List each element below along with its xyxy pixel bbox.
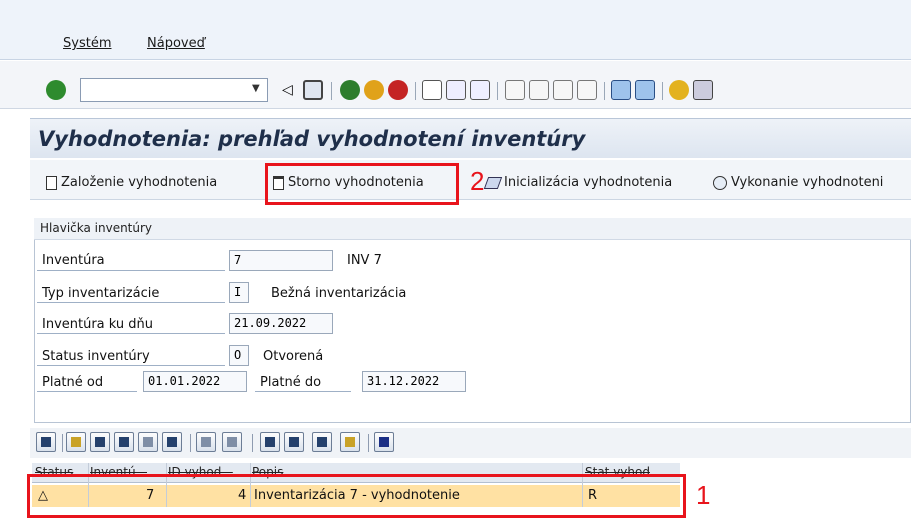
inventory-header-title-bar: Hlavička inventúry: [34, 218, 911, 240]
filter-icon[interactable]: [162, 432, 182, 452]
find-icon[interactable]: [114, 432, 134, 452]
menu-bar: [0, 0, 911, 60]
status-value: O: [229, 345, 249, 366]
toolbar-separator: [604, 82, 605, 100]
toolbar-separator: [415, 82, 416, 100]
shortcut-icon[interactable]: [635, 80, 655, 100]
grid-toolbar-separator: [368, 434, 369, 452]
grid-toolbar-separator: [252, 434, 253, 452]
highlight-box-step2: [265, 163, 459, 205]
type-value: I: [229, 282, 249, 303]
step-label-2: 2: [470, 166, 485, 196]
first-page-icon[interactable]: [505, 80, 525, 100]
subtotal-icon[interactable]: [222, 432, 242, 452]
inventory-label: Inventúra: [42, 253, 105, 268]
print-icon[interactable]: [422, 80, 442, 100]
menu-system-label: Systém: [63, 36, 112, 51]
step-label-1: 1: [696, 480, 711, 510]
inventory-value: 7: [229, 250, 333, 271]
create-evaluation-button[interactable]: Založenie vyhodnotenia: [46, 175, 217, 190]
back-icon[interactable]: [340, 80, 360, 100]
sort-ascending-icon[interactable]: [66, 432, 86, 452]
menu-help-label: Nápoveď: [147, 36, 205, 51]
find-icon[interactable]: [446, 80, 466, 100]
export-icon[interactable]: [284, 432, 304, 452]
layout-icon[interactable]: [312, 432, 332, 452]
valid-from-value: 01.01.2022: [143, 371, 247, 392]
chevron-down-icon[interactable]: ▼: [252, 83, 260, 94]
find-next-icon[interactable]: [138, 432, 158, 452]
inventory-name: INV 7: [347, 253, 382, 268]
toolbar-separator: [662, 82, 663, 100]
layout-menu-icon[interactable]: [693, 80, 713, 100]
grid-toolbar-separator: [190, 434, 191, 452]
previous-page-icon[interactable]: [529, 80, 549, 100]
highlight-box-step1: [27, 474, 686, 518]
type-text: Bežná inventarizácia: [271, 286, 407, 301]
information-icon[interactable]: [374, 432, 394, 452]
init-evaluation-label: Inicializácia vyhodnotenia: [504, 175, 673, 190]
valid-to-label: Platné do: [260, 375, 322, 390]
init-icon: [483, 176, 503, 189]
valid-from-label: Platné od: [42, 375, 104, 390]
inventory-header-title: Hlavička inventúry: [40, 221, 153, 235]
details-icon[interactable]: [36, 432, 56, 452]
type-label: Typ inventarizácie: [42, 286, 160, 301]
choose-layout-icon[interactable]: [340, 432, 360, 452]
grid-toolbar-separator: [62, 434, 63, 452]
enter-check-icon[interactable]: [46, 80, 66, 100]
init-evaluation-button[interactable]: Inicializácia vyhodnotenia: [483, 175, 673, 190]
save-icon[interactable]: [303, 80, 323, 100]
sum-icon[interactable]: [196, 432, 216, 452]
valid-to-value: 31.12.2022: [362, 371, 466, 392]
print-preview-icon[interactable]: [260, 432, 280, 452]
create-evaluation-label: Založenie vyhodnotenia: [61, 175, 218, 190]
execute-icon: [713, 175, 727, 190]
date-value: 21.09.2022: [229, 313, 333, 334]
next-page-icon[interactable]: [553, 80, 573, 100]
help-icon[interactable]: [669, 80, 689, 100]
exit-app-icon[interactable]: [364, 80, 384, 100]
title-bar: Vyhodnotenia: prehľad vyhodnotení invent…: [30, 118, 911, 158]
command-field[interactable]: [80, 78, 268, 102]
find-next-icon[interactable]: [470, 80, 490, 100]
page-title: Vyhodnotenia: prehľad vyhodnotení invent…: [38, 127, 586, 151]
last-page-icon[interactable]: [577, 80, 597, 100]
menu-system[interactable]: Systém: [63, 36, 111, 51]
document-icon: [46, 175, 57, 190]
toolbar-separator: [497, 82, 498, 100]
execute-evaluation-button[interactable]: Vykonanie vyhodnoteni: [713, 175, 883, 190]
status-text: Otvorená: [263, 349, 324, 364]
menu-help[interactable]: Nápoveď: [147, 36, 205, 51]
cancel-icon[interactable]: [388, 80, 408, 100]
new-session-icon[interactable]: [611, 80, 631, 100]
status-label: Status inventúry: [42, 349, 150, 364]
execute-evaluation-label: Vykonanie vyhodnoteni: [731, 175, 884, 190]
back-arrow-icon[interactable]: ◁: [282, 82, 293, 98]
toolbar-separator: [331, 82, 332, 100]
date-label: Inventúra ku dňu: [42, 317, 154, 332]
sort-descending-icon[interactable]: [90, 432, 110, 452]
